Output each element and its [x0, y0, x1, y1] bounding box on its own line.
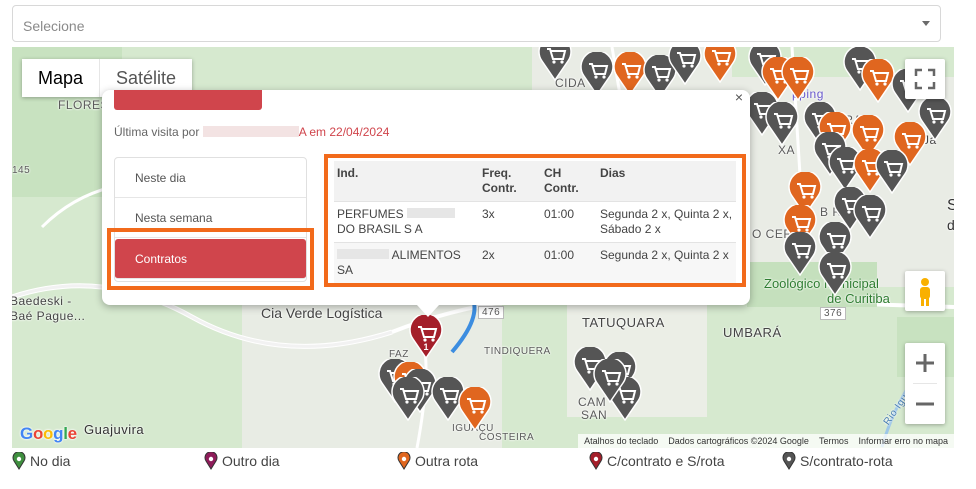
place-costeira: COSTEIRA: [479, 432, 535, 443]
zoom-in-button[interactable]: [905, 343, 945, 383]
place-baepague: Baé Pague...: [12, 309, 86, 323]
col-freq: Freq. Contr.: [482, 166, 517, 195]
tab-neste-dia[interactable]: Neste dia: [115, 158, 306, 198]
highlight-box-tab: [107, 228, 314, 290]
legend-label: C/contrato e S/rota: [607, 453, 725, 469]
legend-item-no-dia: No dia: [12, 452, 70, 470]
map-marker[interactable]: [457, 387, 493, 431]
cell-dias: Segunda 2 x, Quinta 2 x, Sábado 2 x: [597, 201, 736, 243]
map-marker[interactable]: [782, 232, 818, 276]
legend-item-outra-rota: Outra rota: [397, 452, 478, 470]
close-icon[interactable]: ×: [732, 90, 746, 104]
map-marker[interactable]: [390, 377, 426, 421]
legend-label: Outra rota: [415, 453, 479, 469]
col-ch: CH Contr.: [544, 166, 579, 195]
place-umbara: UMBARÁ: [723, 325, 782, 340]
road-376: 376: [820, 307, 847, 320]
map-marker[interactable]: [702, 47, 738, 83]
branch-select[interactable]: Selecione: [12, 5, 941, 42]
cell-ind: PERFUMES DO BRASIL S A: [334, 201, 479, 243]
map-marker[interactable]: [667, 47, 703, 85]
legend-label: Outro dia: [222, 453, 280, 469]
minus-icon: [916, 402, 934, 406]
zoom-out-button[interactable]: [905, 384, 945, 424]
table-row: PERFUMES DO BRASIL S A 3x 01:00 Segunda …: [334, 201, 736, 243]
fullscreen-icon: [914, 68, 936, 90]
table-row: ALIMENTOS SA 2x 01:00 Segunda 2 x, Quint…: [334, 242, 736, 283]
keyboard-shortcuts-link[interactable]: Atalhos do teclado: [584, 434, 658, 448]
last-visit-text: Última visita por A em 22/04/2024: [114, 125, 390, 139]
place-s: S: [947, 197, 954, 214]
map-marker[interactable]: [817, 252, 853, 296]
map-marker[interactable]: [780, 57, 816, 101]
map-legend: No dia Outro dia Outra rota C/contrato e…: [12, 452, 952, 470]
place-guajuvira: Guajuvira: [84, 422, 145, 437]
map-marker[interactable]: [917, 97, 953, 141]
legend-item-outro-dia: Outro dia: [204, 452, 280, 470]
map-data-text: Dados cartográficos ©2024 Google: [668, 436, 809, 446]
table-header-row: Ind. Freq. Contr. CH Contr. Dias: [334, 161, 736, 202]
place-baedeski: Baedeski -: [12, 294, 72, 308]
info-window-tail: [417, 305, 439, 317]
redacted-name: [202, 126, 299, 137]
cell-freq: 3x: [479, 201, 541, 243]
fullscreen-button[interactable]: [905, 59, 945, 99]
contracts-table: Ind. Freq. Contr. CH Contr. Dias PERFUMES …: [334, 161, 736, 283]
road-145: 145: [12, 165, 31, 176]
cell-ch: 01:00: [541, 242, 597, 283]
legend-label: No dia: [30, 453, 71, 469]
popup-header-bar: [114, 90, 262, 110]
plus-icon: [916, 354, 934, 372]
map-marker[interactable]: [874, 150, 910, 194]
legend-pin-icon: [589, 452, 603, 470]
place-cia-verde: Cia Verde Logística: [261, 305, 383, 321]
map-type-mapa-button[interactable]: Mapa: [22, 59, 99, 97]
place-de: de: [947, 217, 954, 233]
road-476-a: 476: [478, 306, 505, 319]
map-marker[interactable]: [592, 359, 628, 403]
cell-ch: 01:00: [541, 201, 597, 243]
col-ind: Ind.: [337, 166, 359, 180]
street-view-pegman-button[interactable]: [905, 271, 945, 311]
legend-item-sem-contrato: S/contrato-rota: [782, 452, 893, 470]
highlight-box-table: Ind. Freq. Contr. CH Contr. Dias PERFUMES …: [324, 154, 746, 287]
legend-pin-icon: [12, 452, 26, 470]
legend-pin-icon: [397, 452, 411, 470]
legend-pin-icon: [782, 452, 796, 470]
map-marker[interactable]: [852, 195, 888, 239]
legend-label: S/contrato-rota: [800, 453, 893, 469]
report-error-link[interactable]: Informar erro no mapa: [858, 434, 948, 448]
selected-map-marker[interactable]: 1: [408, 315, 444, 359]
select-placeholder: Selecione: [23, 18, 85, 34]
map-marker[interactable]: [537, 47, 573, 81]
marker-count-badge: 1: [423, 342, 429, 352]
cell-dias: Segunda 2 x, Quinta 2 x: [597, 242, 736, 283]
pegman-icon: [920, 278, 930, 306]
place-tatuquara: TATUQUARA: [582, 315, 665, 330]
cell-freq: 2x: [479, 242, 541, 283]
zoom-control: [905, 343, 945, 424]
legend-item-com-contrato: C/contrato e S/rota: [589, 452, 725, 470]
map-attribution: Atalhos do teclado Dados cartográficos ©…: [578, 434, 954, 448]
terms-link[interactable]: Termos: [819, 434, 849, 448]
google-logo: Google: [20, 424, 77, 443]
legend-pin-icon: [204, 452, 218, 470]
map[interactable]: FLORESTA CIDA 145 Baedeski - Baé Pague..…: [12, 47, 954, 448]
place-tindiquera: TINDIQUERA: [484, 346, 551, 357]
cell-ind: ALIMENTOS SA: [334, 242, 479, 283]
info-window: × Última visita por A em 22/04/2024 Nest…: [102, 90, 750, 317]
chevron-down-icon: [922, 21, 930, 26]
place-santana: SAN: [581, 408, 608, 422]
col-dias: Dias: [600, 166, 626, 180]
map-marker[interactable]: [764, 102, 800, 146]
